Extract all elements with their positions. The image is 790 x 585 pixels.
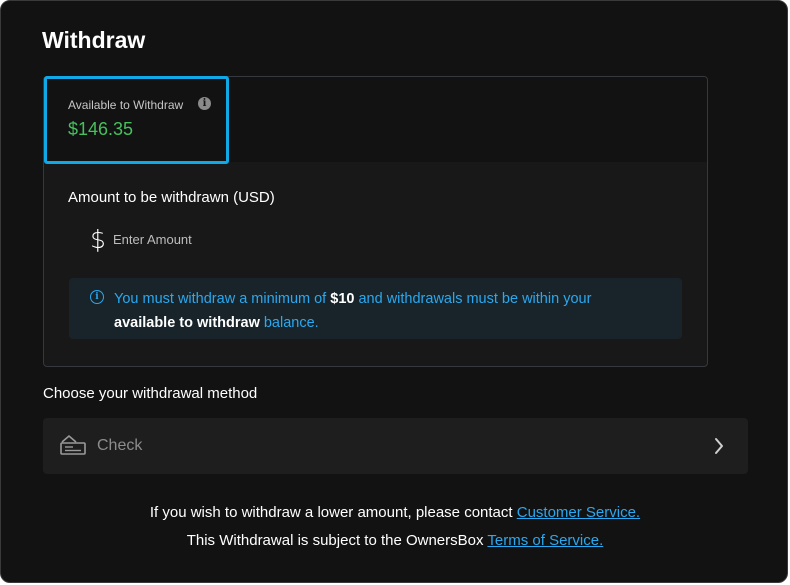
amount-label: Amount to be withdrawn (USD) bbox=[68, 189, 275, 206]
notice-text-part3: balance. bbox=[259, 315, 319, 331]
notice-text: You must withdraw a minimum of $10 and w… bbox=[114, 287, 654, 335]
terms-of-service-link[interactable]: Terms of Service. bbox=[487, 532, 603, 549]
check-payment-icon bbox=[60, 434, 86, 455]
method-option-check[interactable]: Check bbox=[43, 418, 748, 474]
method-option-label: Check bbox=[97, 437, 143, 454]
amount-input[interactable] bbox=[113, 229, 313, 249]
page-title: Withdraw bbox=[42, 27, 146, 53]
terms-note: This Withdrawal is subject to the Owners… bbox=[1, 532, 789, 549]
withdrawal-method-heading: Choose your withdrawal method bbox=[43, 385, 258, 402]
available-balance-label: Available to Withdraw bbox=[68, 98, 184, 112]
notice-text-part2: and withdrawals must be within your bbox=[354, 291, 592, 307]
withdraw-dialog: Withdraw Available to Withdraw i $146.35… bbox=[0, 0, 788, 583]
notice-text-part1: You must withdraw a minimum of bbox=[114, 291, 331, 307]
info-icon[interactable]: i bbox=[198, 97, 211, 110]
chevron-right-icon bbox=[715, 438, 723, 454]
available-balance-value: $146.35 bbox=[68, 119, 134, 139]
minimum-notice: i You must withdraw a minimum of $10 and… bbox=[69, 278, 682, 339]
info-circle-icon: i bbox=[90, 290, 104, 304]
customer-service-link[interactable]: Customer Service. bbox=[517, 504, 640, 521]
dollar-icon: $ bbox=[90, 225, 106, 254]
notice-bold-phrase: available to withdraw bbox=[114, 315, 260, 331]
terms-note-text: This Withdrawal is subject to the Owners… bbox=[186, 532, 488, 549]
contact-note-text: If you wish to withdraw a lower amount, … bbox=[149, 504, 517, 521]
contact-note: If you wish to withdraw a lower amount, … bbox=[1, 504, 789, 521]
notice-min-amount: $10 bbox=[330, 291, 355, 307]
